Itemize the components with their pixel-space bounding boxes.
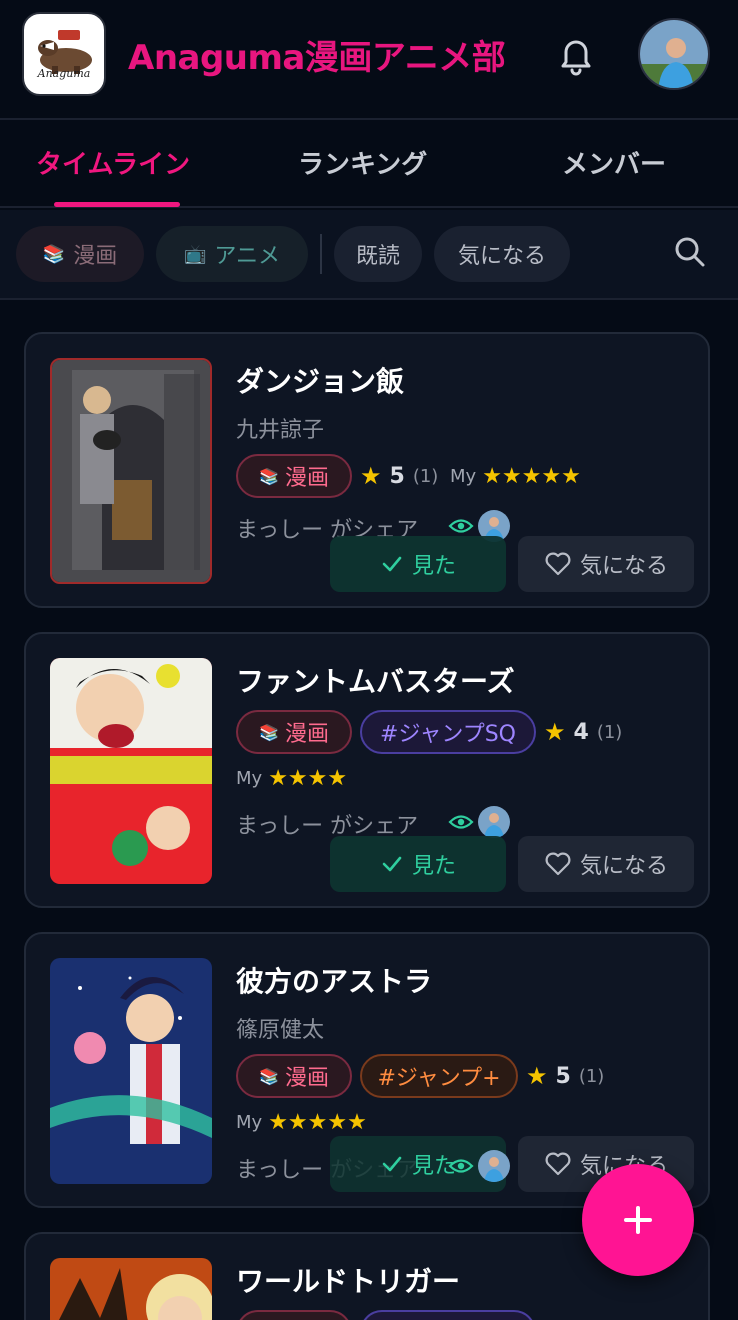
heart-icon <box>545 552 571 576</box>
heart-icon <box>545 852 571 876</box>
filter-anime-chip[interactable]: 📺 アニメ <box>156 226 308 282</box>
check-icon <box>382 856 402 872</box>
my-rating-label: My <box>450 466 477 487</box>
card-title: ダンジョン飯 <box>236 365 405 398</box>
average-rating: ★ 4 (1) <box>544 718 622 746</box>
check-icon <box>382 556 402 572</box>
eye-icon <box>448 1159 474 1173</box>
cover-image[interactable] <box>50 1258 212 1320</box>
cover-image[interactable] <box>50 358 212 584</box>
notification-bell-icon[interactable] <box>552 30 600 78</box>
eye-icon <box>448 815 474 829</box>
books-icon: 📚 <box>42 243 66 265</box>
my-rating: My ★★★★★ <box>236 1110 367 1135</box>
rating-score: 5 <box>555 1063 571 1089</box>
my-rating-stars: ★★★★★ <box>482 464 581 489</box>
tab-members[interactable]: メンバー <box>562 144 666 181</box>
timeline-card[interactable]: ファントムバスターズ 📚 漫画 #ジャンプSQ ★ 4 (1) My ★★★★ … <box>24 632 710 908</box>
app-title: Anaguma漫画アニメ部 <box>128 38 506 78</box>
plus-icon <box>624 1206 652 1234</box>
average-rating: ★ 5 (1) <box>526 1062 604 1090</box>
seen-button[interactable]: 見た <box>330 836 506 892</box>
want-button-label: 気になる <box>579 554 668 579</box>
user-avatar[interactable] <box>638 18 710 90</box>
manga-tag-label: 漫画 <box>284 722 329 747</box>
check-icon <box>382 1156 402 1172</box>
timeline-card[interactable]: 彼方のアストラ 篠原健太 📚 漫画 #ジャンプ+ ★ 5 (1) My ★★★★… <box>24 932 710 1208</box>
manga-tag[interactable]: 📚 漫画 <box>236 454 352 498</box>
manga-tag[interactable]: 📚 漫画 <box>236 1054 352 1098</box>
timeline-card[interactable]: ダンジョン飯 九井諒子 📚 漫画 ★ 5 (1) My ★★★★★ まっしー が… <box>24 332 710 608</box>
cover-image[interactable] <box>50 658 212 884</box>
average-rating: ★ 5 (1) <box>360 462 438 490</box>
books-icon: 📚 <box>259 466 279 486</box>
hashtag-tag[interactable] <box>360 1310 536 1320</box>
logo-text: Anaguma <box>37 67 91 80</box>
rating-count: (1) <box>596 721 623 743</box>
sharer-avatar[interactable] <box>478 1150 510 1182</box>
card-title: ファントムバスターズ <box>236 665 515 698</box>
manga-tag-label: 漫画 <box>284 1066 329 1091</box>
star-icon: ★ <box>526 1062 548 1090</box>
my-rating: My ★★★★ <box>236 766 347 791</box>
filter-read-chip[interactable]: 既読 <box>334 226 422 282</box>
books-icon: 📚 <box>259 1066 279 1086</box>
my-rating-stars: ★★★★★ <box>268 1110 367 1135</box>
tv-icon: 📺 <box>184 243 207 265</box>
star-icon: ★ <box>544 718 566 746</box>
filter-want-chip[interactable]: 気になる <box>434 226 570 282</box>
my-rating-stars: ★★★★ <box>268 766 348 791</box>
eye-icon <box>448 519 474 533</box>
card-title: ワールドトリガー <box>236 1265 461 1298</box>
tab-timeline[interactable]: タイムライン <box>36 144 190 181</box>
card-author: 九井諒子 <box>236 418 325 443</box>
badger-logo-image <box>38 30 92 74</box>
want-button[interactable]: 気になる <box>518 836 694 892</box>
manga-tag[interactable]: 📚 漫画 <box>236 710 352 754</box>
active-tab-indicator <box>54 202 180 207</box>
filter-manga-chip[interactable]: 📚 漫画 <box>16 226 144 282</box>
want-button-label: 気になる <box>579 854 668 879</box>
rating-count: (1) <box>578 1065 605 1087</box>
filter-anime-label: アニメ <box>214 244 280 269</box>
my-rating-label: My <box>236 768 263 789</box>
filter-bar: 📚 漫画 📺 アニメ 既読 気になる <box>0 210 738 300</box>
filter-divider <box>320 234 322 274</box>
app-logo[interactable]: Anaguma <box>22 12 106 96</box>
sharer-avatar[interactable] <box>478 806 510 838</box>
rating-score: 4 <box>573 719 589 745</box>
books-icon: 📚 <box>259 722 279 742</box>
add-button[interactable] <box>582 1164 694 1276</box>
hashtag-tag[interactable]: #ジャンプ+ <box>360 1054 518 1098</box>
app-header: Anaguma Anaguma漫画アニメ部 <box>0 0 738 120</box>
manga-tag-label: 漫画 <box>284 466 329 491</box>
tab-ranking[interactable]: ランキング <box>298 144 427 181</box>
want-button[interactable]: 気になる <box>518 536 694 592</box>
seen-button-label: 見た <box>411 854 456 879</box>
manga-tag[interactable] <box>236 1310 352 1320</box>
main-tabs: タイムライン ランキング メンバー <box>0 120 738 208</box>
filter-manga-label: 漫画 <box>73 244 118 269</box>
star-icon: ★ <box>360 462 382 490</box>
card-title: 彼方のアストラ <box>236 965 433 998</box>
my-rating: My ★★★★★ <box>450 464 581 489</box>
search-icon[interactable] <box>670 232 710 272</box>
heart-icon <box>545 1152 571 1176</box>
seen-button[interactable]: 見た <box>330 536 506 592</box>
seen-button-label: 見た <box>411 554 456 579</box>
my-rating-label: My <box>236 1112 263 1133</box>
cover-image[interactable] <box>50 958 212 1184</box>
rating-score: 5 <box>389 463 405 489</box>
card-author: 篠原健太 <box>236 1018 325 1043</box>
rating-count: (1) <box>412 465 439 487</box>
hashtag-tag[interactable]: #ジャンプSQ <box>360 710 536 754</box>
